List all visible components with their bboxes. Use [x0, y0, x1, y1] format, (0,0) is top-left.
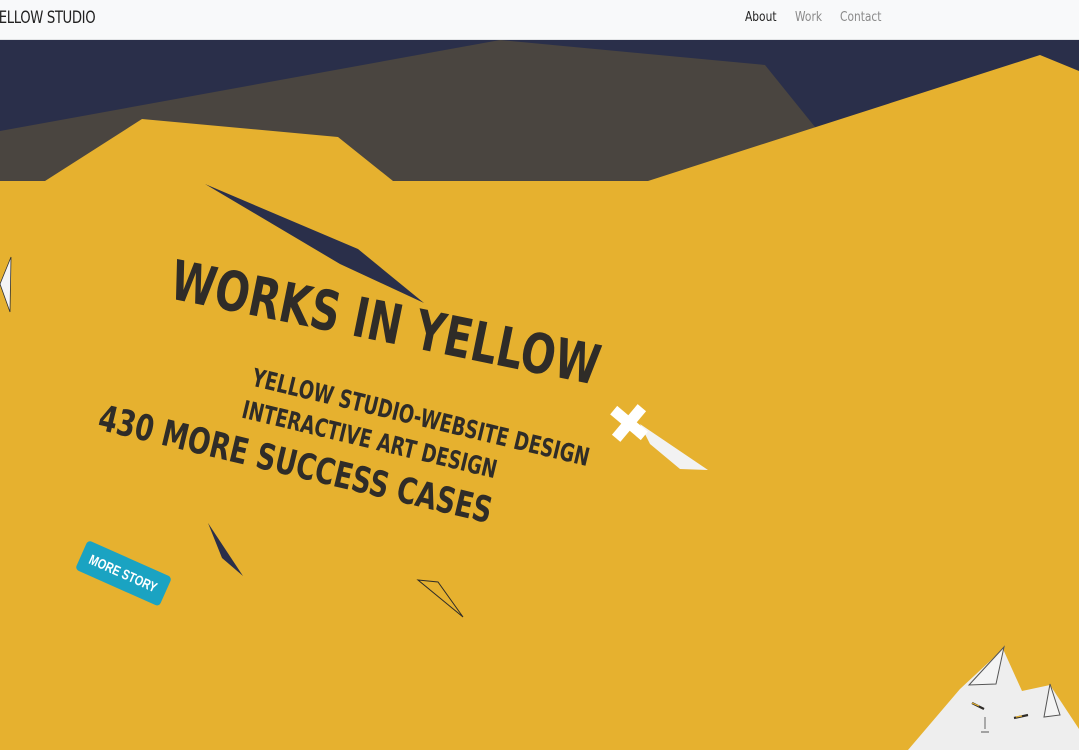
hero-illustration	[0, 39, 1079, 750]
nav-link-work[interactable]: Work	[795, 10, 822, 25]
brand-logo[interactable]: YELLOW STUDIO	[0, 8, 96, 28]
nav-links: About Work Contact	[745, 10, 903, 25]
nav-link-contact[interactable]: Contact	[840, 10, 881, 25]
navbar: YELLOW STUDIO About Work Contact	[0, 0, 1079, 40]
nav-link-about[interactable]: About	[745, 10, 777, 25]
